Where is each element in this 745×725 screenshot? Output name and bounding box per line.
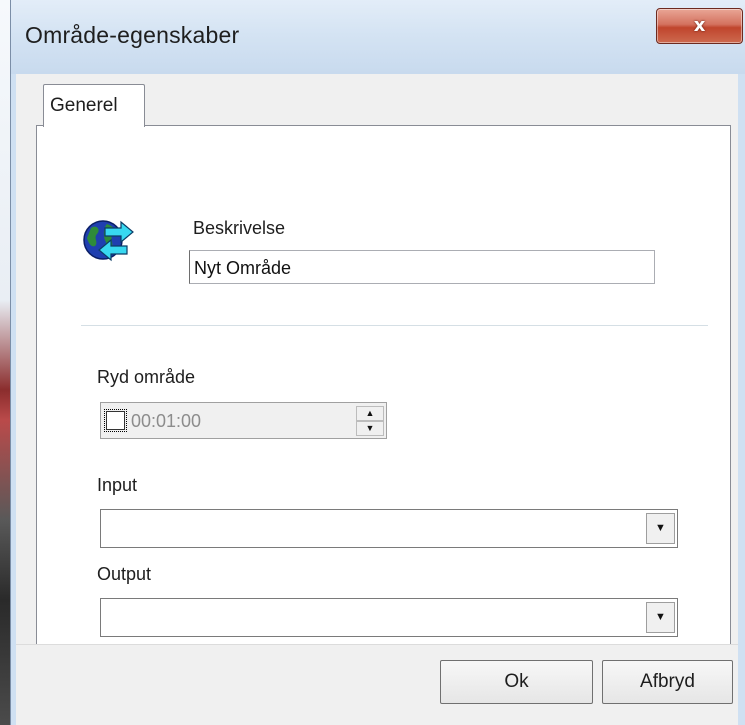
dialog-body: Generel Beskrivelse Nyt Område Ryd områd… <box>16 74 738 725</box>
close-button[interactable]: x <box>656 8 743 44</box>
input-label: Input <box>97 475 138 495</box>
clear-area-label: Ryd område <box>97 367 196 387</box>
tab-label: Generel <box>50 95 118 116</box>
ok-button[interactable]: Ok <box>440 660 593 704</box>
clear-area-time-picker[interactable]: 00:01:00 ▲ ▼ <box>100 402 387 439</box>
tab-generel[interactable]: Generel <box>43 84 145 127</box>
clear-area-time-value: 00:01:00 <box>131 411 202 431</box>
chevron-down-icon: ▼ <box>655 522 666 534</box>
output-dropdown[interactable]: ▼ <box>100 598 678 637</box>
tab-panel-generel: Beskrivelse Nyt Område Ryd område 00:01:… <box>36 125 731 645</box>
title-bar[interactable]: Område-egenskaber x <box>11 0 745 74</box>
input-dropdown-button[interactable]: ▼ <box>646 513 675 544</box>
window-title: Område-egenskaber <box>25 22 240 48</box>
desktop-background-edge <box>0 0 10 725</box>
separator <box>81 325 708 326</box>
description-input[interactable]: Nyt Område <box>189 250 655 284</box>
close-icon: x <box>693 15 706 36</box>
cancel-button[interactable]: Afbryd <box>602 660 733 704</box>
footer-separator <box>16 644 738 645</box>
chevron-down-icon: ▼ <box>655 611 666 623</box>
globe-arrows-icon <box>83 220 134 262</box>
time-spinner: ▲ ▼ <box>356 406 384 436</box>
spin-up-button[interactable]: ▲ <box>356 406 384 421</box>
description-label: Beskrivelse <box>193 218 286 238</box>
output-label: Output <box>97 564 152 584</box>
output-dropdown-button[interactable]: ▼ <box>646 602 675 633</box>
input-dropdown[interactable]: ▼ <box>100 509 678 548</box>
spin-down-button[interactable]: ▼ <box>356 421 384 436</box>
dialog-window: Område-egenskaber x Generel Beskrivelse … <box>10 0 745 725</box>
clear-area-checkbox[interactable] <box>104 409 127 432</box>
